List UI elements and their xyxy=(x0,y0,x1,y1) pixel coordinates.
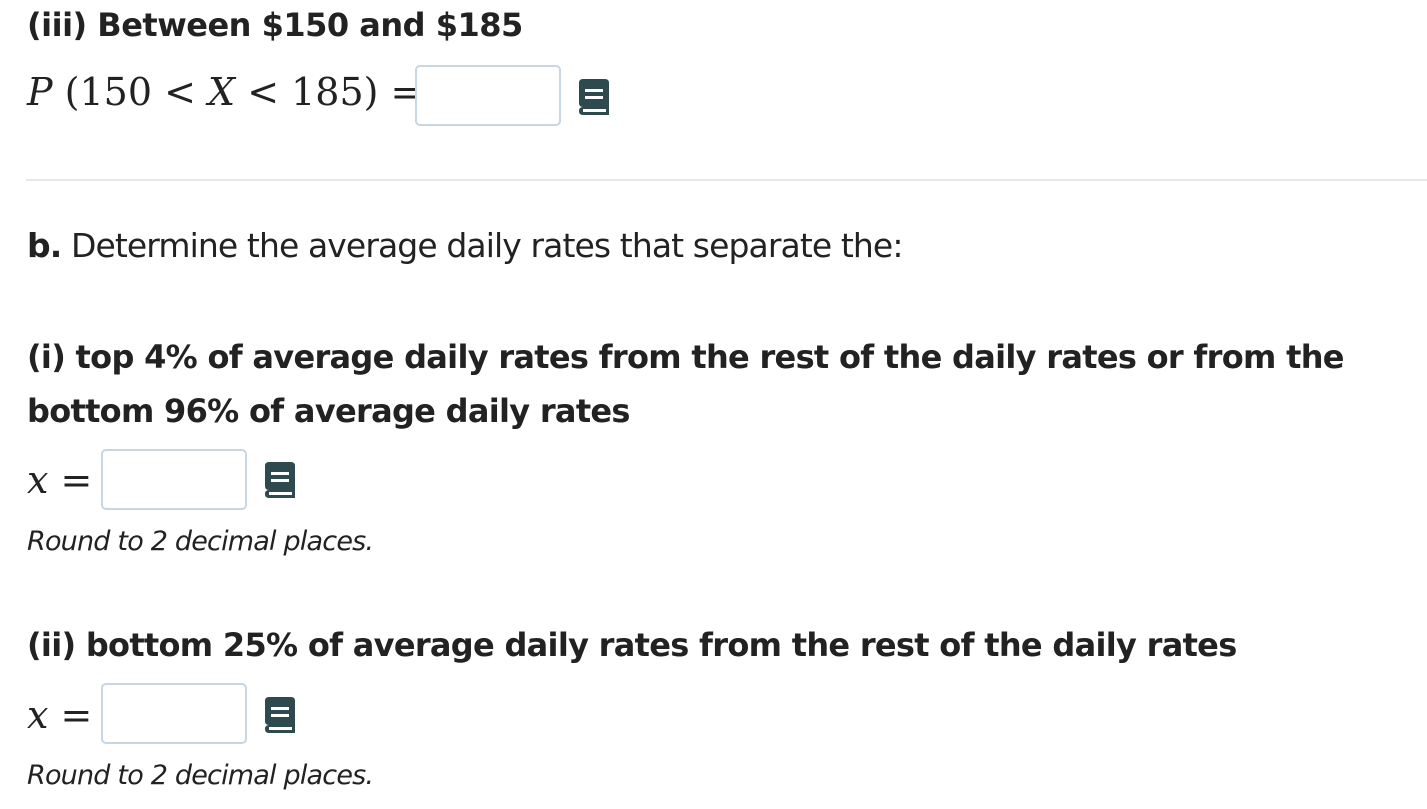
sub-ii-question: (ii) bottom 25% of average daily rates f… xyxy=(27,626,1237,664)
sub-ii-equation: x = xyxy=(27,693,92,737)
sub-ii-equals: = xyxy=(60,693,93,737)
answer-input-iii[interactable] xyxy=(415,65,561,126)
sub-i-line-1: (i) top 4% of average daily rates from t… xyxy=(27,338,1344,376)
sub-i-equals: = xyxy=(60,458,93,502)
part-a-iii-heading: (iii) Between $150 and $185 xyxy=(27,6,523,44)
sub-i-var: x xyxy=(27,458,49,502)
sub-i-equation: x = xyxy=(27,458,92,502)
section-divider xyxy=(26,179,1427,181)
book-icon[interactable] xyxy=(578,79,610,115)
equation-prefix: P xyxy=(27,70,53,114)
sub-i-question: (i) top 4% of average daily rates from t… xyxy=(27,330,1344,438)
book-icon[interactable] xyxy=(264,462,296,498)
probability-equation: P (150 < X < 185) = xyxy=(27,70,422,114)
sub-i-line-2: bottom 96% of average daily rates xyxy=(27,392,630,430)
part-b-prompt: b. Determine the average daily rates tha… xyxy=(27,226,903,265)
sub-ii-var: x xyxy=(27,693,49,737)
equation-open: (150 < xyxy=(64,70,196,114)
book-icon[interactable] xyxy=(264,697,296,733)
equation-var: X xyxy=(208,70,236,114)
part-b-prompt-text: Determine the average daily rates that s… xyxy=(70,226,904,265)
answer-input-sub-i[interactable] xyxy=(101,449,247,510)
answer-input-sub-ii[interactable] xyxy=(101,683,247,744)
sub-i-hint: Round to 2 decimal places. xyxy=(27,526,374,557)
equation-close: < 185) = xyxy=(247,70,423,114)
part-b-label: b. xyxy=(27,226,62,265)
sub-ii-hint: Round to 2 decimal places. xyxy=(27,760,374,791)
